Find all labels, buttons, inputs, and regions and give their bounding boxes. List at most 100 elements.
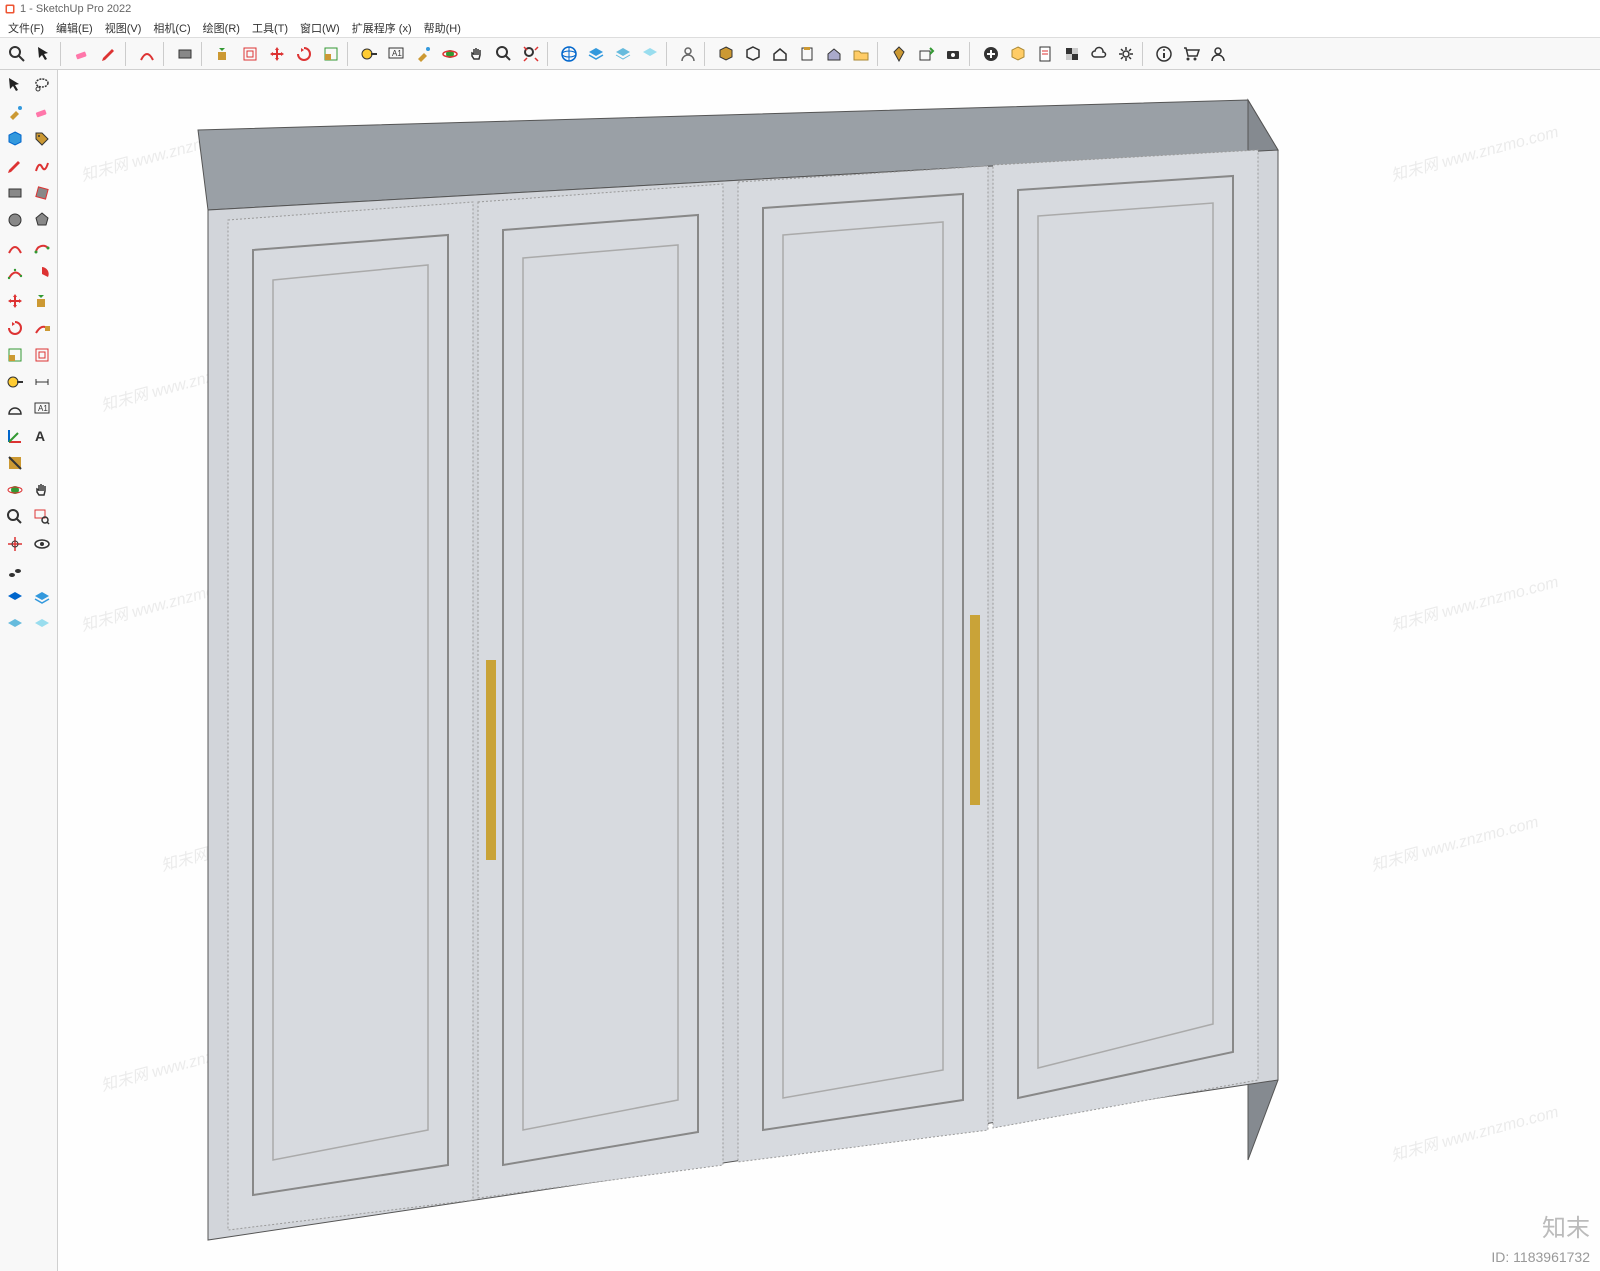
toolbar-separator <box>704 42 710 66</box>
tape2-icon[interactable] <box>2 369 28 395</box>
scale-icon[interactable] <box>318 41 344 67</box>
paintbucket-icon[interactable] <box>2 99 28 125</box>
scale2-icon[interactable] <box>2 342 28 368</box>
move-icon[interactable] <box>264 41 290 67</box>
package-icon[interactable] <box>1005 41 1031 67</box>
layers3-icon[interactable] <box>637 41 663 67</box>
menu-view[interactable]: 视图(V) <box>105 20 142 36</box>
label-icon[interactable]: A1 <box>29 396 55 422</box>
position-icon[interactable] <box>2 531 28 557</box>
pan-icon[interactable] <box>464 41 490 67</box>
line-pencil-icon[interactable] <box>96 41 122 67</box>
gear-icon[interactable] <box>1113 41 1139 67</box>
pencil-icon[interactable] <box>2 153 28 179</box>
rect-icon[interactable] <box>172 41 198 67</box>
viewport[interactable]: 知末网 www.znzmo.com 知末网 www.znzmo.com 知末网 … <box>58 70 1600 1271</box>
layer-d-icon[interactable] <box>29 612 55 638</box>
layer-a-icon[interactable] <box>2 585 28 611</box>
layer-b-icon[interactable] <box>29 585 55 611</box>
look-icon[interactable] <box>29 531 55 557</box>
text-icon[interactable]: A1 <box>383 41 409 67</box>
pushpull-icon[interactable] <box>210 41 236 67</box>
search-icon[interactable] <box>4 41 30 67</box>
axes-icon[interactable] <box>2 423 28 449</box>
layers2-icon[interactable] <box>610 41 636 67</box>
cloud-icon[interactable] <box>1086 41 1112 67</box>
eraser-icon[interactable] <box>69 41 95 67</box>
model-view[interactable] <box>58 70 1600 1271</box>
circle-icon[interactable] <box>2 207 28 233</box>
eraser2-icon[interactable] <box>29 99 55 125</box>
toolbar-separator <box>163 42 169 66</box>
move2-icon[interactable] <box>2 288 28 314</box>
svg-text:A1: A1 <box>392 49 402 58</box>
layers1-icon[interactable] <box>583 41 609 67</box>
select-icon[interactable] <box>31 41 57 67</box>
walk-icon[interactable] <box>2 558 28 584</box>
plus-icon[interactable] <box>978 41 1004 67</box>
zoomwin-icon[interactable] <box>29 504 55 530</box>
diamond-icon[interactable] <box>886 41 912 67</box>
info-icon[interactable] <box>1151 41 1177 67</box>
house1-icon[interactable] <box>767 41 793 67</box>
menu-camera[interactable]: 相机(C) <box>153 20 190 36</box>
pan2-icon[interactable] <box>29 477 55 503</box>
orbit2-icon[interactable] <box>2 477 28 503</box>
freehand-icon[interactable] <box>29 153 55 179</box>
menu-edit[interactable]: 编辑(E) <box>56 20 93 36</box>
lasso-icon[interactable] <box>29 72 55 98</box>
tape-icon[interactable] <box>356 41 382 67</box>
pie-icon[interactable] <box>29 261 55 287</box>
component-icon[interactable] <box>2 126 28 152</box>
offset-icon[interactable] <box>237 41 263 67</box>
house2-icon[interactable] <box>821 41 847 67</box>
cart-icon[interactable] <box>1178 41 1204 67</box>
polygon-icon[interactable] <box>29 207 55 233</box>
paint-icon[interactable] <box>410 41 436 67</box>
cube1-icon[interactable] <box>713 41 739 67</box>
checker-icon[interactable] <box>1059 41 1085 67</box>
orbit-icon[interactable] <box>437 41 463 67</box>
rotate-icon[interactable] <box>291 41 317 67</box>
globe-icon[interactable] <box>556 41 582 67</box>
menu-window[interactable]: 窗口(W) <box>300 20 340 36</box>
zoomext-icon[interactable] <box>518 41 544 67</box>
followme-icon[interactable] <box>29 315 55 341</box>
tag-icon[interactable] <box>29 126 55 152</box>
menu-draw[interactable]: 绘图(R) <box>203 20 240 36</box>
menu-extensions[interactable]: 扩展程序 (x) <box>352 20 412 36</box>
watermark-id: ID: 1183961732 <box>1491 1249 1590 1265</box>
toolbar-separator <box>1142 42 1148 66</box>
protractor-icon[interactable] <box>2 396 28 422</box>
dimension-icon[interactable] <box>29 369 55 395</box>
text3d-icon[interactable]: A <box>29 423 55 449</box>
app-logo-icon <box>4 3 16 15</box>
open-icon[interactable] <box>848 41 874 67</box>
pushpull2-icon[interactable] <box>29 288 55 314</box>
avatar-icon[interactable] <box>675 41 701 67</box>
arc2pt-icon[interactable] <box>29 234 55 260</box>
clipboard-icon[interactable] <box>794 41 820 67</box>
rotrect-icon[interactable] <box>29 180 55 206</box>
menu-bar: 文件(F) 编辑(E) 视图(V) 相机(C) 绘图(R) 工具(T) 窗口(W… <box>0 18 1600 38</box>
arc2-icon[interactable] <box>2 234 28 260</box>
section-icon[interactable] <box>2 450 28 476</box>
user-icon[interactable] <box>1205 41 1231 67</box>
menu-help[interactable]: 帮助(H) <box>424 20 461 36</box>
menu-tools[interactable]: 工具(T) <box>252 20 288 36</box>
arc3pt-icon[interactable] <box>2 261 28 287</box>
zoom-icon[interactable] <box>491 41 517 67</box>
rectangle-icon[interactable] <box>2 180 28 206</box>
menu-file[interactable]: 文件(F) <box>8 20 44 36</box>
rotate2-icon[interactable] <box>2 315 28 341</box>
layer-c-icon[interactable] <box>2 612 28 638</box>
zoom2-icon[interactable] <box>2 504 28 530</box>
export-icon[interactable] <box>913 41 939 67</box>
arc-icon[interactable] <box>134 41 160 67</box>
camera-icon[interactable] <box>940 41 966 67</box>
cube2-icon[interactable] <box>740 41 766 67</box>
offset2-icon[interactable] <box>29 342 55 368</box>
cursor-icon[interactable] <box>2 72 28 98</box>
doc-icon[interactable] <box>1032 41 1058 67</box>
left-toolbar: A1A <box>0 70 58 1271</box>
